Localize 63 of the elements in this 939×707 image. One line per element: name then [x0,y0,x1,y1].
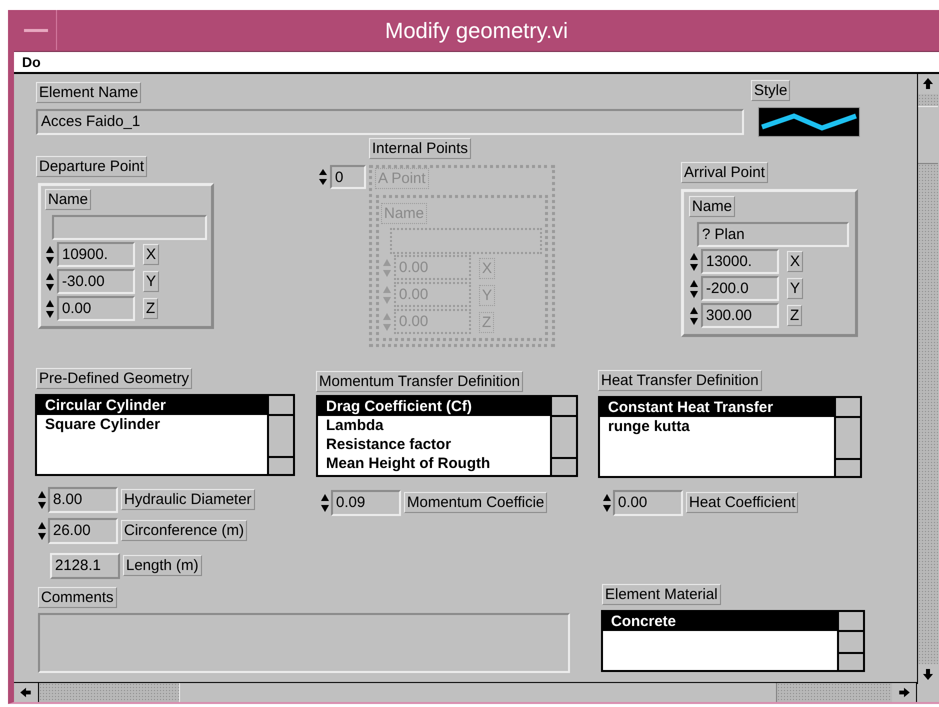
numeric-field[interactable]: 2128.1 [50,553,120,579]
list-item[interactable]: Mean Height of Rougth [318,454,550,473]
field-label: Heat Coefficient [686,492,798,513]
text-field[interactable] [390,228,542,254]
field-label: Length (m) [123,555,202,576]
list-label: Pre-Defined Geometry [36,368,192,389]
numeric-field[interactable]: 8.00 [48,487,118,513]
list-item[interactable]: Square Cylinder [37,415,267,434]
axis-label: Y [787,278,804,299]
field-label: Name [689,196,736,217]
list-item[interactable]: runge kutta [600,417,834,436]
field-label: Circonference (m) [121,520,248,541]
axis-label: Z [787,305,802,326]
cluster-label: Departure Point [36,156,148,177]
text-field[interactable]: Acces Faido_1 [36,109,744,135]
axis-label: X [787,251,804,272]
list-scrollbar[interactable] [837,612,863,670]
axis-label: X [143,244,160,265]
axis-label: Z [143,298,158,319]
list-scrollbar[interactable] [550,397,576,475]
list-label: Momentum Transfer Definition [316,371,523,392]
spin-buttons[interactable] [689,251,699,273]
menu-item[interactable]: Do [22,54,41,70]
numeric-field[interactable]: 0.00 [57,296,135,321]
spin-buttons[interactable] [45,298,55,320]
list-item[interactable]: Resistance factor [318,435,550,454]
numeric-field[interactable]: 10900. [57,242,135,267]
list-scrollbar[interactable] [267,396,293,474]
list-scrollbar[interactable] [834,398,860,476]
text-field[interactable] [52,215,207,240]
spin-buttons[interactable] [45,244,55,266]
line-style-swatch[interactable] [758,107,860,137]
field-label: Element Name [36,82,142,103]
window-title: Modify geometry.vi [385,18,568,44]
axis-label: Y [143,271,160,292]
spin-buttons[interactable] [318,167,328,187]
list-item[interactable]: Concrete [603,612,837,631]
spin-buttons[interactable] [45,271,55,293]
spin-buttons[interactable] [689,305,699,327]
list-item[interactable]: Lambda [318,416,550,435]
numeric-field[interactable]: -30.00 [57,269,135,294]
list-item[interactable]: Circular Cylinder [37,396,267,415]
text-field[interactable]: ? Plan [697,222,849,247]
numeric-field[interactable]: 300.00 [701,303,779,328]
field-label: Style [751,80,790,101]
cluster-label: Internal Points [369,138,471,159]
numeric-field[interactable]: -200.0 [701,276,779,301]
field-label: Hydraulic Diameter [121,489,255,510]
list-item[interactable]: Constant Heat Transfer [600,398,834,417]
field-label: Momentum Coefficie [404,492,548,513]
cluster-label: Arrival Point [681,162,768,183]
numeric-field[interactable]: 13000. [701,249,779,274]
comments-field[interactable] [38,613,570,673]
scrollbar-trough[interactable] [918,94,938,106]
spin-buttons[interactable] [689,278,699,300]
field-label: Name [45,189,92,210]
numeric-field[interactable]: 0.09 [331,490,401,516]
list-label: Element Material [602,584,721,605]
list-item[interactable]: Drag Coefficient (Cf) [318,397,550,416]
field-label: Comments [38,587,117,608]
numeric-field[interactable]: 26.00 [48,518,118,544]
list-label: Heat Transfer Definition [598,370,762,391]
numeric-field[interactable]: 0.00 [613,490,683,516]
